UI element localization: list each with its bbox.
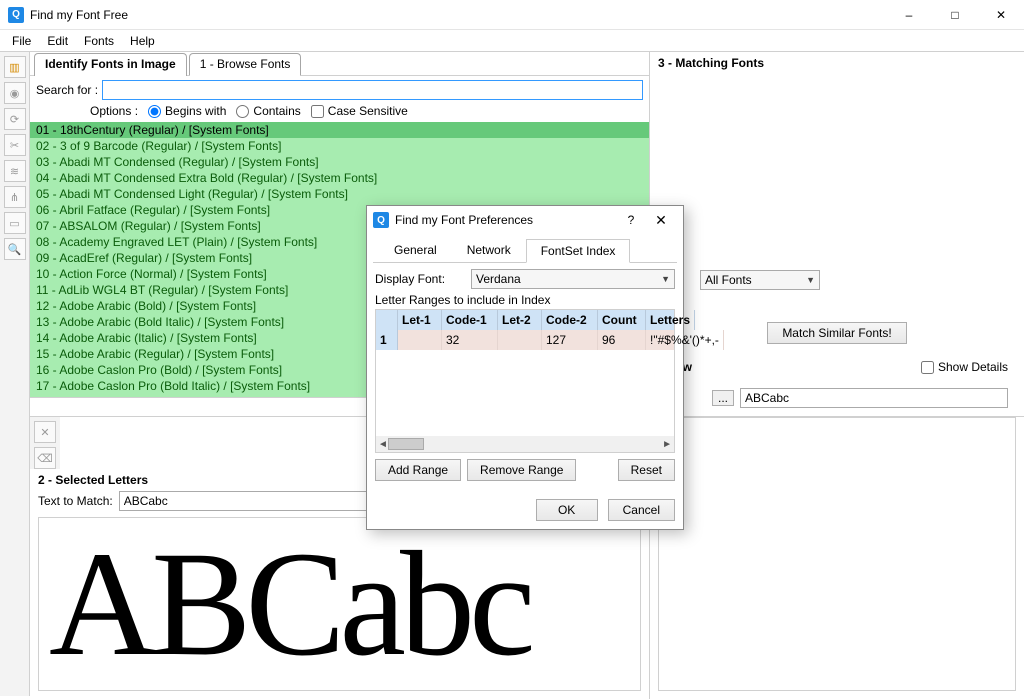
dialog-title: Find my Font Preferences — [395, 213, 617, 227]
options-label: Options : — [90, 104, 138, 118]
close-button[interactable]: ✕ — [978, 0, 1024, 29]
tool-baseline-icon[interactable]: ≋ — [4, 160, 26, 182]
display-font-label: Display Font: — [375, 272, 465, 286]
dialog-app-icon: Q — [373, 212, 389, 228]
display-font-combo[interactable]: Verdana▼ — [471, 269, 675, 289]
tab-browse[interactable]: 1 - Browse Fonts — [189, 53, 302, 76]
menu-help[interactable]: Help — [122, 32, 163, 50]
scroll-thumb[interactable] — [388, 438, 424, 450]
list-item[interactable]: 01 - 18thCentury (Regular) / [System Fon… — [30, 122, 649, 138]
dialog-titlebar[interactable]: Q Find my Font Preferences ? ✕ — [367, 206, 683, 234]
matching-panel: 3 - Matching Fonts rch: All Fonts▼ h: Ma… — [650, 52, 1024, 417]
grid-header: Let-1 Code-1 Let-2 Code-2 Count Letters — [376, 310, 674, 330]
font-preview-panel — [650, 417, 1024, 699]
preview-area: ABCabc — [38, 517, 641, 691]
dialog-tab-general[interactable]: General — [379, 238, 452, 262]
tool-camera-icon[interactable]: ◉ — [4, 82, 26, 104]
list-item[interactable]: 02 - 3 of 9 Barcode (Regular) / [System … — [30, 138, 649, 154]
tool-zoom-icon[interactable]: ✂ — [4, 134, 26, 156]
tool-magnify-icon[interactable]: 🔍 — [4, 238, 26, 260]
ranges-grid[interactable]: Let-1 Code-1 Let-2 Code-2 Count Letters … — [375, 309, 675, 453]
dialog-close-button[interactable]: ✕ — [645, 212, 677, 229]
add-range-button[interactable]: Add Range — [375, 459, 461, 481]
show-details-check[interactable]: Show Details — [921, 360, 1008, 374]
chevron-down-icon: ▼ — [661, 274, 670, 284]
chevron-down-icon: ▼ — [806, 275, 815, 285]
ranges-caption: Letter Ranges to include in Index — [375, 293, 675, 307]
dialog-tab-fontset[interactable]: FontSet Index — [526, 239, 631, 263]
text-to-match-label: Text to Match: — [38, 494, 113, 508]
option-case[interactable]: Case Sensitive — [311, 104, 408, 118]
option-begins[interactable]: Begins with — [148, 104, 226, 118]
tab-identify[interactable]: Identify Fonts in Image — [34, 53, 187, 76]
menu-fonts[interactable]: Fonts — [76, 32, 122, 50]
list-item[interactable]: 05 - Abadi MT Condensed Light (Regular) … — [30, 186, 649, 202]
tool-split-icon[interactable]: ⋔ — [4, 186, 26, 208]
cancel-button[interactable]: Cancel — [608, 499, 675, 521]
maximize-button[interactable]: □ — [932, 0, 978, 29]
option-contains[interactable]: Contains — [236, 104, 300, 118]
check-case[interactable] — [311, 105, 324, 118]
search-input[interactable] — [102, 80, 643, 100]
search-label: Search for : — [36, 83, 98, 97]
menubar: File Edit Fonts Help — [0, 30, 1024, 52]
try-input[interactable] — [740, 388, 1008, 408]
dialog-tab-network[interactable]: Network — [452, 238, 526, 262]
dialog-help-button[interactable]: ? — [617, 213, 645, 227]
list-item[interactable]: 04 - Abadi MT Condensed Extra Bold (Regu… — [30, 170, 649, 186]
tool-select-icon[interactable]: ▭ — [4, 212, 26, 234]
scroll-left-icon[interactable]: ◄ — [378, 439, 388, 450]
group-search-combo[interactable]: All Fonts▼ — [700, 270, 820, 290]
matching-title: 3 - Matching Fonts — [650, 52, 1024, 74]
tool-clearall-icon[interactable]: ⌫ — [34, 447, 56, 469]
preview-text: ABCabc — [49, 518, 530, 690]
match-similar-button[interactable]: Match Similar Fonts! — [767, 322, 906, 344]
minimize-button[interactable]: – — [886, 0, 932, 29]
preferences-dialog: Q Find my Font Preferences ? ✕ General N… — [366, 205, 684, 530]
menu-edit[interactable]: Edit — [39, 32, 76, 50]
menu-file[interactable]: File — [4, 32, 39, 50]
scroll-right-icon[interactable]: ► — [662, 439, 672, 450]
radio-contains[interactable] — [236, 105, 249, 118]
radio-begins[interactable] — [148, 105, 161, 118]
left-toolbar: ▥ ◉ ⟳ ✂ ≋ ⋔ ▭ 🔍 — [0, 52, 30, 696]
remove-range-button[interactable]: Remove Range — [467, 459, 576, 481]
tool-rotate-icon[interactable]: ⟳ — [4, 108, 26, 130]
titlebar: Q Find my Font Free – □ ✕ — [0, 0, 1024, 30]
reset-button[interactable]: Reset — [618, 459, 675, 481]
ok-button[interactable]: OK — [536, 499, 598, 521]
tool-erase-icon[interactable]: ✕ — [34, 421, 56, 443]
list-item[interactable]: 03 - Abadi MT Condensed (Regular) / [Sys… — [30, 154, 649, 170]
grid-hscroll[interactable]: ◄► — [376, 436, 674, 452]
try-browse-button[interactable]: ... — [712, 390, 734, 406]
tool-open-image-icon[interactable]: ▥ — [4, 56, 26, 78]
grid-row[interactable]: 1 32 127 96 !"#$%&'()*+,- — [376, 330, 674, 350]
window-title: Find my Font Free — [30, 8, 886, 22]
font-preview-area — [658, 417, 1016, 691]
app-icon: Q — [8, 7, 24, 23]
